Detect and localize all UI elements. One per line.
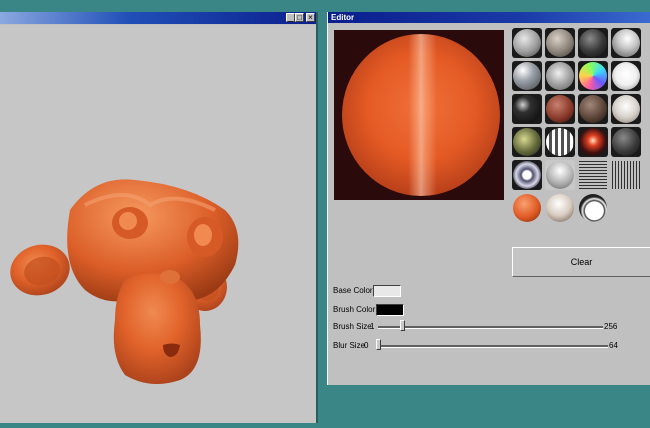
matcap-orange-ball[interactable] (512, 193, 542, 223)
matcap-red-glow-ball[interactable] (578, 127, 608, 157)
brush-size-label: Brush Size (333, 322, 372, 331)
base-color-label: Base Color (333, 286, 373, 295)
blur-size-max: 64 (609, 341, 618, 350)
close-icon[interactable]: × (306, 13, 315, 22)
matcap-charcoal-ball[interactable] (611, 127, 641, 157)
blur-size-label: Blur Size (333, 341, 366, 350)
matcap-ring-ball[interactable] (512, 160, 542, 190)
matcap-dark-brown-ball[interactable] (578, 94, 608, 124)
matcap-silver-ball[interactable] (545, 160, 575, 190)
blur-size-min: 0 (364, 341, 369, 350)
matcap-outline-ball[interactable] (578, 193, 608, 223)
matcap-white-bright-ball[interactable] (611, 61, 641, 91)
matcap-normal-map-ball[interactable] (578, 61, 608, 91)
matcap-olive-ball[interactable] (512, 127, 542, 157)
desktop-background (318, 385, 650, 423)
brush-color-label: Brush Color (333, 305, 376, 314)
matcap-beige-ball[interactable] (545, 193, 575, 223)
matcap-dark-grey-ball[interactable] (545, 28, 575, 58)
brush-size-min: 1 (370, 322, 375, 331)
matcap-black-ball[interactable] (578, 28, 608, 58)
matcap-grey-metal-ball[interactable] (512, 61, 542, 91)
brush-size-thumb[interactable] (399, 320, 405, 331)
brush-size-max: 256 (604, 322, 618, 331)
viewport-window: _ □ × (0, 12, 318, 423)
editor-window: Editor Clear Base Color Brush Color Brus… (327, 12, 650, 385)
viewport-titlebar[interactable]: _ □ × (0, 12, 318, 24)
matcap-horizontal-lines[interactable] (578, 160, 608, 190)
matcap-black-gloss-ball[interactable] (512, 94, 542, 124)
viewport-border (316, 12, 318, 423)
matcap-vertical-lines[interactable] (611, 160, 641, 190)
matcap-preview[interactable] (334, 30, 504, 200)
blur-size-thumb[interactable] (376, 339, 381, 350)
base-color-swatch[interactable] (373, 285, 401, 297)
clear-button[interactable]: Clear (512, 247, 650, 277)
blur-size-slider[interactable] (378, 345, 608, 348)
editor-title: Editor (331, 13, 355, 22)
matcap-chrome-ball[interactable] (545, 61, 575, 91)
maximize-icon[interactable]: □ (295, 13, 304, 22)
matcap-grey-ball[interactable] (512, 28, 542, 58)
matcap-striped-ball[interactable] (545, 127, 575, 157)
viewport-canvas[interactable] (0, 25, 318, 423)
brush-size-slider[interactable] (378, 326, 603, 329)
monkey-head-model (10, 179, 239, 384)
matcap-pearl-ball[interactable] (611, 94, 641, 124)
editor-titlebar[interactable]: Editor (328, 12, 650, 23)
minimize-icon[interactable]: _ (286, 13, 295, 22)
brush-color-swatch[interactable] (376, 304, 404, 316)
preview-sphere (342, 34, 500, 196)
matcap-white-gloss-ball[interactable] (611, 28, 641, 58)
matcap-red-brown-ball[interactable] (545, 94, 575, 124)
